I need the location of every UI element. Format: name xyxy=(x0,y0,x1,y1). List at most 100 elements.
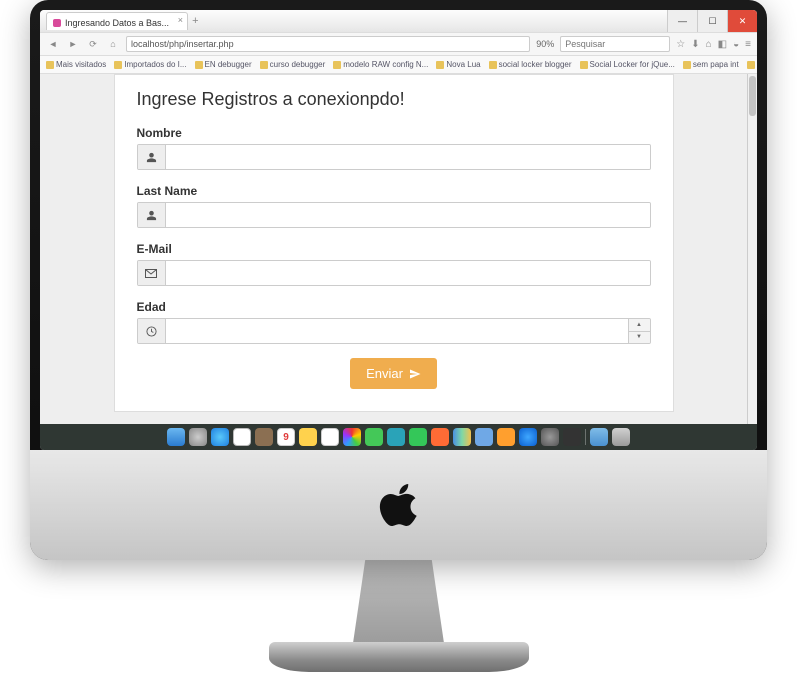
input-nombre[interactable] xyxy=(166,145,650,169)
bookmark-item[interactable]: Nova Lua xyxy=(436,60,480,69)
url-input[interactable] xyxy=(126,36,530,52)
home-button[interactable]: ⌂ xyxy=(106,37,120,51)
input-lastname[interactable] xyxy=(166,203,650,227)
back-button[interactable]: ◄ xyxy=(46,37,60,51)
dock-trash[interactable] xyxy=(612,428,630,446)
input-wrap-nombre xyxy=(137,144,651,170)
field-nombre: Nombre xyxy=(137,126,651,170)
macos-dock: 9 xyxy=(40,424,757,450)
dock-photos[interactable] xyxy=(343,428,361,446)
folder-icon xyxy=(333,61,341,69)
dock-numbers[interactable] xyxy=(453,428,471,446)
bookmark-item[interactable]: Mais visitados xyxy=(46,60,106,69)
spinner-up[interactable]: ▲ xyxy=(629,319,650,332)
bookmark-item[interactable]: Nova pasta xyxy=(747,60,757,69)
browser-titlebar: Ingresando Datos a Bas... × + — ☐ ✕ xyxy=(40,10,757,32)
send-icon xyxy=(409,368,421,380)
folder-icon xyxy=(489,61,497,69)
folder-icon xyxy=(260,61,268,69)
dock-divider xyxy=(585,429,586,445)
apple-logo xyxy=(377,479,421,531)
toolbar-icons: ☆ ⬇ ⌂ ◧ ◒ ≡ xyxy=(676,39,751,50)
folder-icon xyxy=(46,61,54,69)
dock-finder[interactable] xyxy=(167,428,185,446)
dock-reminders[interactable] xyxy=(321,428,339,446)
forward-button[interactable]: ► xyxy=(66,37,80,51)
bookmark-item[interactable]: sem papa int xyxy=(683,60,739,69)
bookmark-item[interactable]: EN debugger xyxy=(195,60,252,69)
home-icon[interactable]: ⌂ xyxy=(706,39,712,50)
imac-chin xyxy=(30,450,767,560)
dock-settings[interactable] xyxy=(541,428,559,446)
imac-stand-base xyxy=(269,642,529,672)
clock-icon xyxy=(138,319,166,343)
submit-button[interactable]: Enviar xyxy=(350,358,437,389)
browser-tab[interactable]: Ingresando Datos a Bas... × xyxy=(46,12,188,30)
label-nombre: Nombre xyxy=(137,126,651,140)
maximize-button[interactable]: ☐ xyxy=(697,10,727,32)
dock-itunes[interactable] xyxy=(431,428,449,446)
dock-launchpad[interactable] xyxy=(189,428,207,446)
bookmark-item[interactable]: Social Locker for jQue... xyxy=(580,60,675,69)
form-card: Ingrese Registros a conexionpdo! Nombre … xyxy=(114,74,674,412)
tab-title: Ingresando Datos a Bas... xyxy=(65,18,169,28)
page-viewport: Ingrese Registros a conexionpdo! Nombre … xyxy=(40,74,747,424)
imac-monitor: Ingresando Datos a Bas... × + — ☐ ✕ ◄ ► … xyxy=(30,0,767,560)
input-email[interactable] xyxy=(166,261,650,285)
bookmark-item[interactable]: modelo RAW config N... xyxy=(333,60,428,69)
pocket-icon[interactable]: ◒ xyxy=(733,39,739,50)
field-lastname: Last Name xyxy=(137,184,651,228)
field-edad: Edad ▲ ▼ xyxy=(137,300,651,344)
page-heading: Ingrese Registros a conexionpdo! xyxy=(137,89,651,110)
submit-row: Enviar xyxy=(137,358,651,389)
bookmark-icon[interactable]: ◧ xyxy=(718,39,727,50)
folder-icon xyxy=(436,61,444,69)
screen: Ingresando Datos a Bas... × + — ☐ ✕ ◄ ► … xyxy=(40,10,757,450)
dock-facetime[interactable] xyxy=(409,428,427,446)
folder-icon xyxy=(195,61,203,69)
submit-label: Enviar xyxy=(366,366,403,381)
field-email: E-Mail xyxy=(137,242,651,286)
dock-terminal[interactable] xyxy=(563,428,581,446)
bookmark-item[interactable]: curso debugger xyxy=(260,60,326,69)
close-button[interactable]: ✕ xyxy=(727,10,757,32)
bookmark-item[interactable]: social locker blogger xyxy=(489,60,572,69)
new-tab-button[interactable]: + xyxy=(192,15,198,27)
dock-contacts[interactable] xyxy=(255,428,273,446)
menu-icon[interactable]: ≡ xyxy=(745,39,751,50)
dock-safari[interactable] xyxy=(211,428,229,446)
input-wrap-lastname xyxy=(137,202,651,228)
dock-maps[interactable] xyxy=(387,428,405,446)
dock-calendar[interactable]: 9 xyxy=(277,428,295,446)
star-icon[interactable]: ☆ xyxy=(676,39,685,50)
spinner-down[interactable]: ▼ xyxy=(629,332,650,344)
folder-icon xyxy=(683,61,691,69)
dock-notes[interactable] xyxy=(299,428,317,446)
folder-icon xyxy=(580,61,588,69)
download-icon[interactable]: ⬇ xyxy=(691,39,699,50)
input-wrap-email xyxy=(137,260,651,286)
dock-messages[interactable] xyxy=(365,428,383,446)
vertical-scrollbar[interactable] xyxy=(747,74,757,424)
user-icon xyxy=(138,203,166,227)
dock-keynote[interactable] xyxy=(475,428,493,446)
label-lastname: Last Name xyxy=(137,184,651,198)
window-controls: — ☐ ✕ xyxy=(667,10,757,32)
label-edad: Edad xyxy=(137,300,651,314)
minimize-button[interactable]: — xyxy=(667,10,697,32)
bookmark-item[interactable]: Importados do I... xyxy=(114,60,186,69)
search-input[interactable] xyxy=(560,36,670,52)
label-email: E-Mail xyxy=(137,242,651,256)
tab-close-icon[interactable]: × xyxy=(178,15,183,25)
dock-ibooks[interactable] xyxy=(497,428,515,446)
dock-downloads[interactable] xyxy=(590,428,608,446)
folder-icon xyxy=(747,61,755,69)
envelope-icon xyxy=(138,261,166,285)
tab-favicon xyxy=(53,19,61,27)
dock-appstore[interactable] xyxy=(519,428,537,446)
imac-stand-neck xyxy=(344,558,454,648)
reload-button[interactable]: ⟳ xyxy=(86,37,100,51)
dock-mail[interactable] xyxy=(233,428,251,446)
input-edad[interactable] xyxy=(166,319,628,343)
number-spinner: ▲ ▼ xyxy=(628,319,650,343)
